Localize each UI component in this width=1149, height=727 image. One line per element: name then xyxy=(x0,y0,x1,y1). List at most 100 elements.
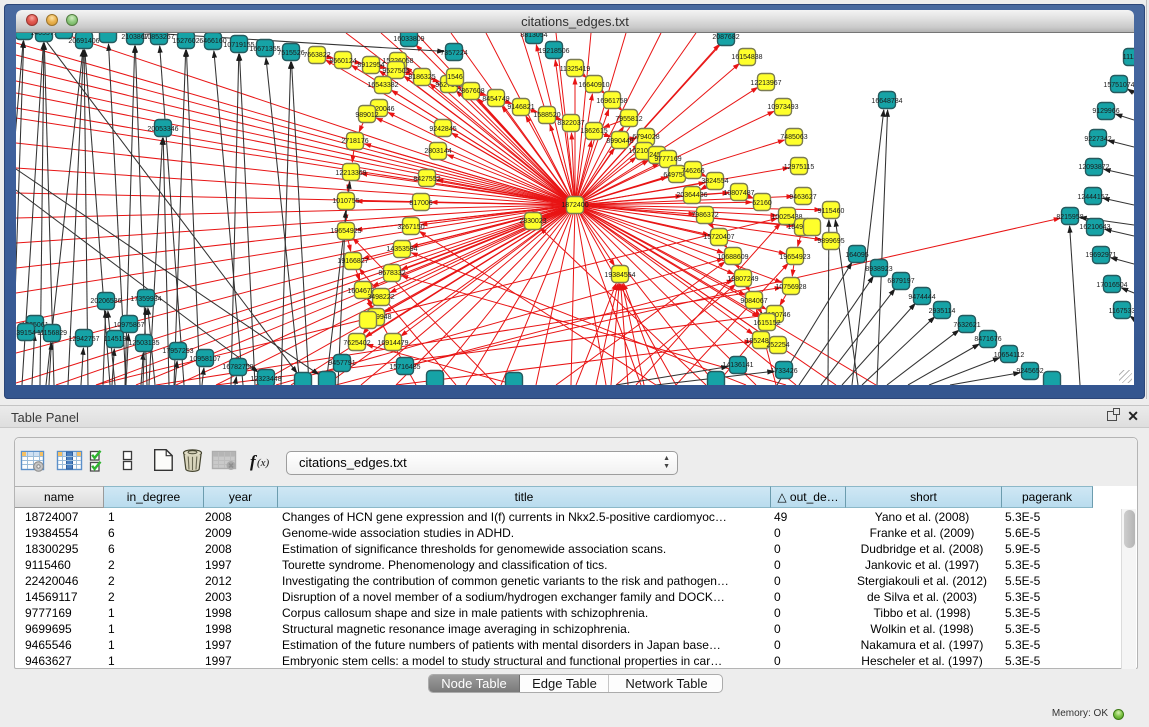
svg-text:1362615: 1362615 xyxy=(580,128,607,135)
svg-text:8660124: 8660124 xyxy=(329,58,356,65)
svg-text:7515526: 7515526 xyxy=(277,50,304,57)
svg-text:9777169: 9777169 xyxy=(654,156,681,163)
svg-text:2935114: 2935114 xyxy=(929,308,956,315)
svg-text:20053346: 20053346 xyxy=(147,126,178,133)
svg-text:164095: 164095 xyxy=(845,252,868,259)
svg-text:8186325: 8186325 xyxy=(408,74,435,81)
svg-text:1167533: 1167533 xyxy=(1109,308,1134,315)
svg-text:9527505: 9527505 xyxy=(382,68,409,75)
svg-text:16033809: 16033809 xyxy=(393,36,424,43)
svg-text:17957253: 17957253 xyxy=(162,348,193,355)
svg-text:16782759: 16782759 xyxy=(222,364,253,371)
svg-text:1405571: 1405571 xyxy=(30,33,57,37)
svg-text:9899695: 9899695 xyxy=(817,238,844,245)
svg-text:17359934: 17359934 xyxy=(130,296,161,303)
svg-text:16961758: 16961758 xyxy=(596,98,627,105)
svg-text:2718176: 2718176 xyxy=(341,138,368,145)
svg-text:10958107: 10958107 xyxy=(189,356,220,363)
svg-text:1527602: 1527602 xyxy=(172,38,199,45)
svg-text:12942757: 12942757 xyxy=(68,336,99,343)
svg-text:8678332: 8678332 xyxy=(378,270,405,277)
svg-text:10756928: 10756928 xyxy=(775,284,806,291)
svg-text:9242845: 9242845 xyxy=(429,126,456,133)
svg-text:6879197: 6879197 xyxy=(887,278,914,285)
svg-text:11156829: 11156829 xyxy=(37,330,67,337)
svg-text:11123: 11123 xyxy=(1123,54,1134,61)
svg-text:7485063: 7485063 xyxy=(780,134,807,141)
svg-text:9115460: 9115460 xyxy=(818,208,845,215)
svg-text:7955812: 7955812 xyxy=(615,116,642,123)
svg-text:17016504: 17016504 xyxy=(1096,282,1127,289)
svg-text:9227342: 9227342 xyxy=(1084,136,1111,143)
svg-text:19384554: 19384554 xyxy=(604,272,635,279)
svg-text:12444157: 12444157 xyxy=(1077,194,1108,201)
svg-text:252254: 252254 xyxy=(766,342,789,349)
svg-text:9146821: 9146821 xyxy=(507,104,534,111)
svg-text:20364436: 20364436 xyxy=(676,192,707,199)
svg-text:11325419: 11325419 xyxy=(560,66,591,73)
svg-text:7986372: 7986372 xyxy=(691,212,718,219)
svg-text:19692971: 19692971 xyxy=(1085,252,1116,259)
svg-text:14353594: 14353594 xyxy=(386,246,417,253)
svg-text:9474444: 9474444 xyxy=(908,294,935,301)
svg-text:12503135: 12503135 xyxy=(128,340,159,347)
svg-text:62160: 62160 xyxy=(752,200,772,207)
svg-text:10853267: 10853267 xyxy=(143,34,174,41)
svg-text:39154: 39154 xyxy=(16,330,36,337)
svg-text:10688609: 10688609 xyxy=(717,254,748,261)
svg-text:6794028: 6794028 xyxy=(632,134,659,141)
svg-text:8938923: 8938923 xyxy=(865,266,892,273)
svg-text:1615152: 1615152 xyxy=(753,320,780,327)
svg-text:19654925: 19654925 xyxy=(330,228,361,235)
svg-text:12213967: 12213967 xyxy=(750,80,781,87)
svg-text:1872400: 1872400 xyxy=(561,202,588,209)
svg-text:10975867: 10975867 xyxy=(113,322,144,329)
svg-text:8454749: 8454749 xyxy=(482,96,509,103)
svg-text:8471676: 8471676 xyxy=(974,336,1001,343)
svg-text:1010755: 1010755 xyxy=(332,198,359,205)
svg-text:8427552: 8427552 xyxy=(413,176,440,183)
svg-text:2803144: 2803144 xyxy=(424,148,451,155)
svg-text:9457791: 9457791 xyxy=(328,360,355,367)
svg-text:7663822: 7663822 xyxy=(303,52,330,59)
svg-text:8215958: 8215958 xyxy=(1056,214,1083,221)
svg-text:7632621: 7632621 xyxy=(953,322,980,329)
svg-text:1546: 1546 xyxy=(447,74,463,81)
svg-text:989012: 989012 xyxy=(355,112,378,119)
svg-text:15751074: 15751074 xyxy=(1103,82,1134,89)
svg-text:16914479: 16914479 xyxy=(377,340,408,347)
svg-text:8990448: 8990448 xyxy=(606,138,633,145)
svg-text:16543382: 16543382 xyxy=(367,82,398,89)
svg-text:817006: 817006 xyxy=(409,200,432,207)
svg-text:746266: 746266 xyxy=(681,168,704,175)
svg-text:8322037: 8322037 xyxy=(557,120,584,127)
svg-text:2087682: 2087682 xyxy=(712,34,739,41)
svg-text:2830023: 2830023 xyxy=(519,218,546,225)
svg-text:8912954: 8912954 xyxy=(357,62,384,69)
svg-text:12975115: 12975115 xyxy=(784,164,815,171)
svg-text:12093872: 12093872 xyxy=(1078,164,1109,171)
svg-text:12213369: 12213369 xyxy=(335,170,366,177)
svg-text:16671355: 16671355 xyxy=(249,46,280,53)
svg-text:19654923: 19654923 xyxy=(779,254,810,261)
svg-text:10807487: 10807487 xyxy=(723,190,754,197)
svg-text:3498222: 3498222 xyxy=(367,294,394,301)
svg-text:9084067: 9084067 xyxy=(740,298,767,305)
svg-text:(x): (x) xyxy=(257,457,270,469)
svg-text:16210643: 16210643 xyxy=(1079,224,1110,231)
svg-text:9129966: 9129966 xyxy=(1092,108,1119,115)
svg-text:3267150: 3267150 xyxy=(397,224,424,231)
svg-text:16154838: 16154838 xyxy=(731,54,762,61)
svg-text:7357224: 7357224 xyxy=(440,50,467,57)
svg-text:1588520: 1588520 xyxy=(533,112,560,119)
svg-text:15716485: 15716485 xyxy=(389,364,420,371)
svg-text:16648784: 16648784 xyxy=(871,98,902,105)
svg-text:114519: 114519 xyxy=(104,336,127,343)
svg-text:10973493: 10973493 xyxy=(767,104,798,111)
svg-text:12323448: 12323448 xyxy=(250,376,281,383)
svg-text:7625402: 7625402 xyxy=(343,340,370,347)
svg-text:3824554: 3824554 xyxy=(701,178,728,185)
svg-text:19166827: 19166827 xyxy=(337,258,368,265)
svg-text:1733426: 1733426 xyxy=(770,368,797,375)
svg-text:15720407: 15720407 xyxy=(703,234,734,241)
